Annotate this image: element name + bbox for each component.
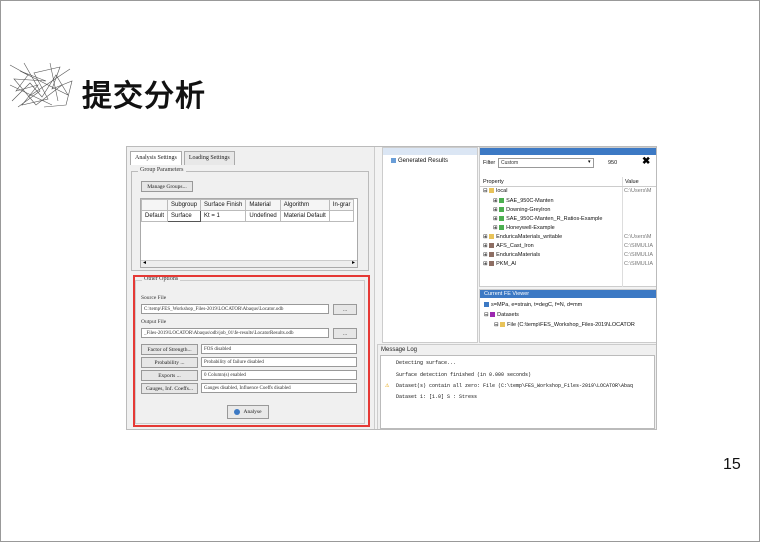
scroll-right-icon[interactable]: ▸: [352, 259, 355, 266]
results-tree-panel: Generated Results: [382, 147, 478, 343]
panel-header: [383, 148, 477, 155]
highlight-box: [133, 275, 370, 427]
list-item[interactable]: ⊞ PKM_Al: [483, 261, 516, 267]
list-item[interactable]: ⊞ EnduricaMaterials_writable: [483, 234, 562, 240]
list-item[interactable]: ⊞ Downing-Greylron: [493, 207, 550, 213]
list-item[interactable]: ⊞ AFS_Cast_Iron: [483, 243, 534, 249]
tab-loading-settings[interactable]: Loading Settings: [183, 151, 235, 165]
datasets-row[interactable]: ⊟ Datasets: [484, 312, 519, 318]
file-row[interactable]: ⊟ File (C:\temp\FES_Workshop_Files-2019\…: [494, 322, 635, 328]
table-header: [140, 199, 169, 211]
filter-label: Filter: [483, 160, 496, 166]
list-item[interactable]: ⊞ SAE_950C-Manten: [493, 198, 554, 204]
folder-icon: [500, 322, 506, 328]
table-header: Material: [245, 199, 281, 211]
message-log-title: Message Log: [381, 347, 418, 353]
table-cell[interactable]: Surface: [167, 210, 202, 222]
tab-analysis-settings[interactable]: Analysis Settings: [130, 151, 182, 165]
log-line: Dataset 1: [1.0] S : Stress: [396, 394, 478, 400]
table-row[interactable]: Default Surface Kt = 1 Undefined Materia…: [140, 210, 355, 222]
screenshot: Analysis Settings Loading Settings Group…: [126, 146, 657, 430]
log-line: Surface detection finished (in 0.000 sec…: [396, 372, 532, 378]
group-table: Subgroup Surface Finish Material Algorit…: [140, 198, 358, 268]
slide-title: 提交分析: [82, 80, 206, 113]
group-parameters-label: Group Parameters: [138, 167, 186, 173]
table-header: Surface Finish: [200, 199, 247, 211]
table-header: Algorithm: [279, 199, 330, 211]
log-line: Dataset(s) contain all zero: File (C:\te…: [396, 383, 634, 389]
folder-icon: [489, 234, 495, 240]
material-icon: [499, 207, 505, 213]
analysis-dialog: Analysis Settings Loading Settings Group…: [127, 147, 375, 429]
scroll-left-icon[interactable]: ◂: [143, 259, 146, 266]
table-hscrollbar[interactable]: ◂ ▸: [141, 260, 357, 267]
list-item[interactable]: ⊞ EnduricaMaterials: [483, 252, 540, 258]
list-item-value: C:\SIMULIA: [624, 252, 654, 258]
database-icon: [489, 261, 495, 267]
fe-viewer-panel: Current FE Viewer s=MPa, e=strain, t=deg…: [479, 289, 656, 343]
list-item-value: C:\SIMULIA: [624, 261, 654, 267]
list-item[interactable]: ⊞ SAE_950C-Manten_R_Ratios-Example: [493, 216, 602, 222]
folder-icon: [489, 188, 495, 194]
tree-item-generated-results[interactable]: Generated Results: [391, 158, 448, 164]
warning-icon: ⚠: [385, 382, 390, 390]
table-header: In-grar: [328, 199, 355, 211]
col-header-property: Property: [483, 179, 504, 185]
log-line: Detecting surface...: [396, 360, 457, 366]
filter-select[interactable]: Custom: [498, 158, 594, 168]
manage-groups-button[interactable]: Manage Groups...: [141, 181, 193, 192]
material-icon: [499, 225, 505, 231]
table-cell[interactable]: Undefined: [245, 210, 281, 222]
units-icon: [484, 302, 489, 308]
table-header: Subgroup: [167, 199, 202, 211]
list-item-value: C:\Users\M: [624, 188, 652, 194]
list-item[interactable]: ⊟ local: [483, 188, 507, 194]
materials-list: ⊟ local C:\Users\M ⊞ SAE_950C-Manten ⊞ D…: [479, 187, 656, 287]
table-cell[interactable]: Material Default: [279, 210, 330, 222]
datasets-icon: [490, 312, 496, 318]
search-input[interactable]: 950: [608, 160, 617, 166]
table-cell: Default: [140, 210, 169, 222]
table-header-row: Subgroup Surface Finish Material Algorit…: [140, 199, 355, 211]
chevron-down-icon[interactable]: ▾: [588, 159, 591, 165]
slide: 提交分析 Analysis Settings Loading Settings …: [0, 0, 760, 542]
message-log-body: Detecting surface... Surface detection f…: [380, 355, 655, 429]
list-item[interactable]: ⊞ Honeywell-Example: [493, 225, 555, 231]
panel-header: [480, 148, 656, 155]
database-icon: [489, 252, 495, 258]
list-item-value: C:\SIMULIA: [624, 243, 654, 249]
page-number: 15: [723, 456, 741, 473]
list-item-value: C:\Users\M: [624, 234, 652, 240]
message-log-panel: Message Log Detecting surface... Surface…: [377, 344, 656, 429]
fe-viewer-title: Current FE Viewer: [480, 290, 656, 298]
units-row[interactable]: s=MPa, e=strain, t=degC, f=N, d=mm: [484, 302, 582, 308]
material-icon: [499, 198, 505, 204]
title-bar: 提交分析: [4, 61, 758, 123]
material-icon: [499, 216, 505, 222]
close-icon[interactable]: ✖: [642, 156, 650, 167]
table-cell[interactable]: Kt = 1: [200, 210, 247, 222]
database-icon: [489, 243, 495, 249]
results-icon: [391, 158, 396, 163]
table-cell[interactable]: [328, 210, 355, 222]
col-header-value: Value: [625, 179, 639, 185]
network-logo-icon: [9, 62, 73, 108]
